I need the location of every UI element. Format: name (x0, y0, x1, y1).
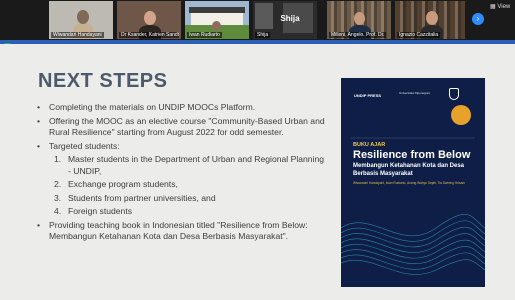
university-label: Universitas Diponegoro (399, 91, 431, 95)
participant-tile-6[interactable]: Milleni, Angelo, Prof. Dr. (327, 1, 391, 39)
chevron-right-icon[interactable]: › (472, 13, 484, 25)
grid-icon: ▦ (490, 4, 496, 10)
view-label: View (497, 4, 511, 10)
bullet-item: Providing teaching book in Indonesian ti… (37, 220, 327, 243)
bullet-list: Completing the materials on UNDIP MOOCs … (37, 102, 327, 243)
mooc-logo-icon (451, 105, 471, 125)
sub-item-text: Students from partner universities, and (68, 192, 216, 203)
sub-item-number: 2. (54, 179, 62, 189)
sub-item-text: Exchange program students, (68, 179, 178, 189)
sub-item-number: 4. (54, 206, 62, 216)
book-subtitle: Membangun Ketahanan Kota dan Desa Berbas… (353, 163, 465, 177)
participant-big-name: Shija (280, 14, 300, 23)
university-seal-icon (449, 88, 459, 100)
participant-face (144, 11, 156, 25)
participant-name: Wiwandari Handayani (51, 32, 104, 38)
participant-name: Iwan Rudiarto (187, 32, 222, 38)
bullet-item: Offering the MOOC as an elective course … (37, 116, 327, 139)
publisher-label: UNDIP PRESS (354, 93, 382, 98)
sub-list-item: 3. Students from partner universities, a… (37, 193, 327, 205)
participant-face (77, 10, 89, 24)
book-authors: Wiwandari Handayani, Iwan Rudiarto, Anan… (353, 181, 466, 185)
book-cover: UNDIP PRESS Universitas Diponegoro BUKU … (341, 78, 485, 287)
participant-name: Dr Ksander, Katrien Sandtorp Pertiet (119, 32, 179, 38)
slide-title: NEXT STEPS (38, 70, 168, 92)
book-title: Resilience from Below (353, 149, 471, 161)
participant-face (426, 11, 438, 25)
bullet-item: Completing the materials on UNDIP MOOCs … (37, 102, 327, 114)
sub-list-item: 2. Exchange program students, (37, 179, 327, 191)
participant-tile-1[interactable]: Wiwandari Handayani (49, 1, 113, 39)
sub-list-item: 4. Foreign students (37, 206, 327, 218)
participant-name: Milleni, Angelo, Prof. Dr. (329, 32, 387, 38)
participant-face (212, 21, 221, 31)
participant-tile-7[interactable]: Ignazio Cazzitalia (395, 1, 465, 39)
sub-list-item: 1. Master students in the Department of … (37, 154, 327, 177)
sub-item-text: Master students in the Department of Urb… (68, 154, 325, 176)
sub-item-number: 1. (54, 154, 62, 164)
participant-tile-3[interactable]: Iwan Rudiarto (185, 1, 249, 39)
roof-backdrop (189, 7, 245, 13)
participant-face (354, 12, 365, 25)
view-button[interactable]: ▦ View (490, 3, 510, 10)
sub-item-text: Foreign students (68, 206, 133, 216)
book-type-label: BUKU AJAR (353, 142, 386, 148)
participant-name: Ignazio Cazzitalia (397, 32, 441, 38)
participant-tile-2[interactable]: Dr Ksander, Katrien Sandtorp Pertiet (117, 1, 181, 39)
sub-item-number: 3. (54, 192, 62, 203)
participant-strip: Wiwandari Handayani Dr Ksander, Katrien … (0, 0, 515, 40)
bullet-item: Targeted students: (37, 141, 327, 153)
shared-slide: NEXT STEPS Completing the materials on U… (0, 44, 515, 300)
participant-tile-shija[interactable]: Shija (258, 1, 322, 39)
